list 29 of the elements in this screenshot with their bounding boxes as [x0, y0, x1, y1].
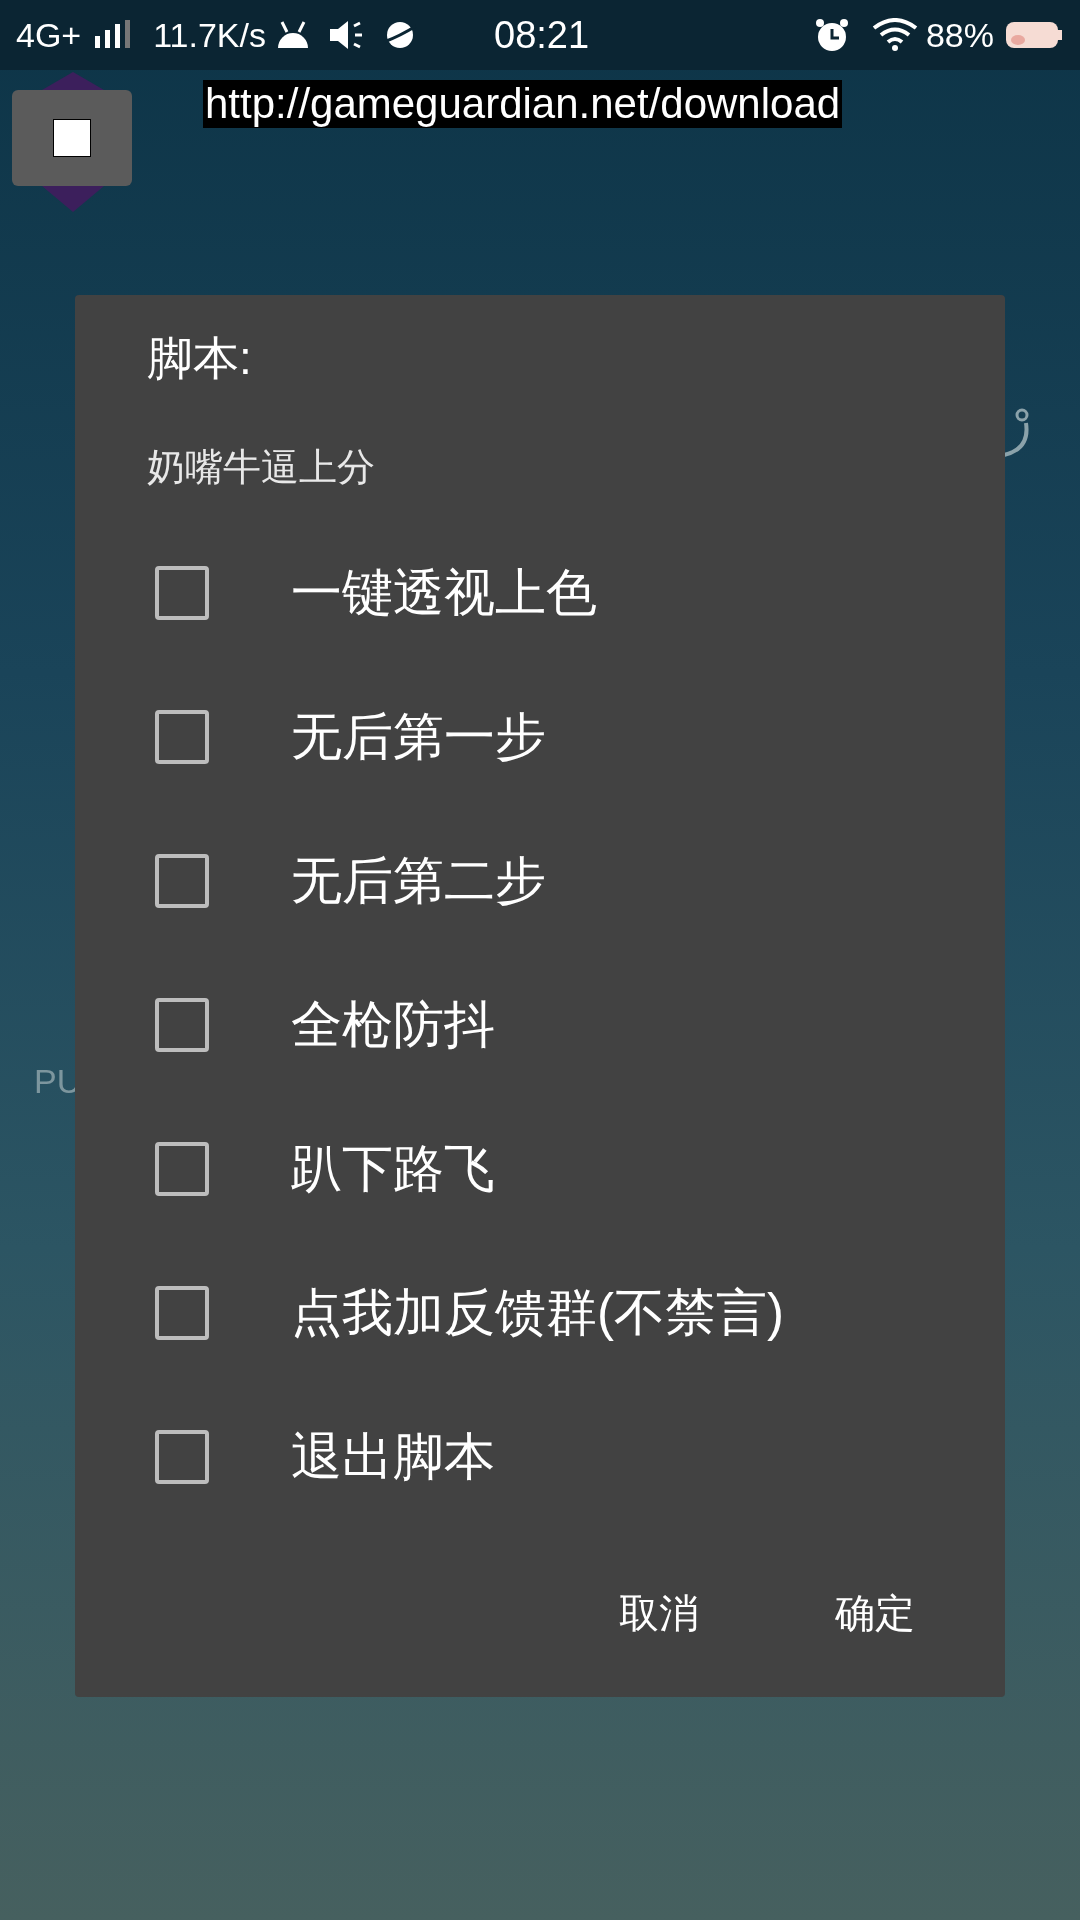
checkbox[interactable] [155, 1430, 209, 1484]
dialog-title: 脚本: [147, 331, 253, 386]
wifi-icon [871, 18, 918, 52]
checkbox-option[interactable]: 全枪防抖 [75, 953, 1005, 1097]
network-type: 4G+ [16, 14, 82, 56]
arrow-tip-icon [42, 72, 104, 90]
clock-time: 08:21 [494, 12, 590, 58]
floating-stop-button[interactable] [12, 90, 132, 186]
checkbox[interactable] [155, 854, 209, 908]
stop-icon [53, 119, 91, 157]
checkbox-option[interactable]: 一键透视上色 [75, 521, 1005, 665]
dialog-subtitle: 奶嘴牛逼上分 [147, 445, 376, 490]
network-speed: 11.7K/s [153, 14, 266, 56]
dialog-button[interactable]: 确定 [817, 1573, 933, 1653]
dialog-button[interactable]: 取消 [601, 1573, 717, 1653]
checkbox-option[interactable]: 退出脚本 [75, 1385, 1005, 1529]
checkbox[interactable] [155, 566, 209, 620]
checkbox-option[interactable]: 无后第一步 [75, 665, 1005, 809]
alarm-icon [813, 17, 850, 53]
checkbox[interactable] [155, 710, 209, 764]
checkbox-option[interactable]: 趴下路飞 [75, 1097, 1005, 1241]
checkbox-option[interactable]: 无后第二步 [75, 809, 1005, 953]
checkbox-option[interactable]: 点我加反馈群(不禁言) [75, 1241, 1005, 1385]
arrow-tip-icon [42, 186, 104, 212]
download-url: http://gameguardian.net/download [203, 80, 843, 128]
battery-percent: 88% [925, 14, 994, 56]
checkbox[interactable] [155, 1286, 209, 1340]
checkbox[interactable] [155, 1142, 209, 1196]
checkbox[interactable] [155, 998, 209, 1052]
